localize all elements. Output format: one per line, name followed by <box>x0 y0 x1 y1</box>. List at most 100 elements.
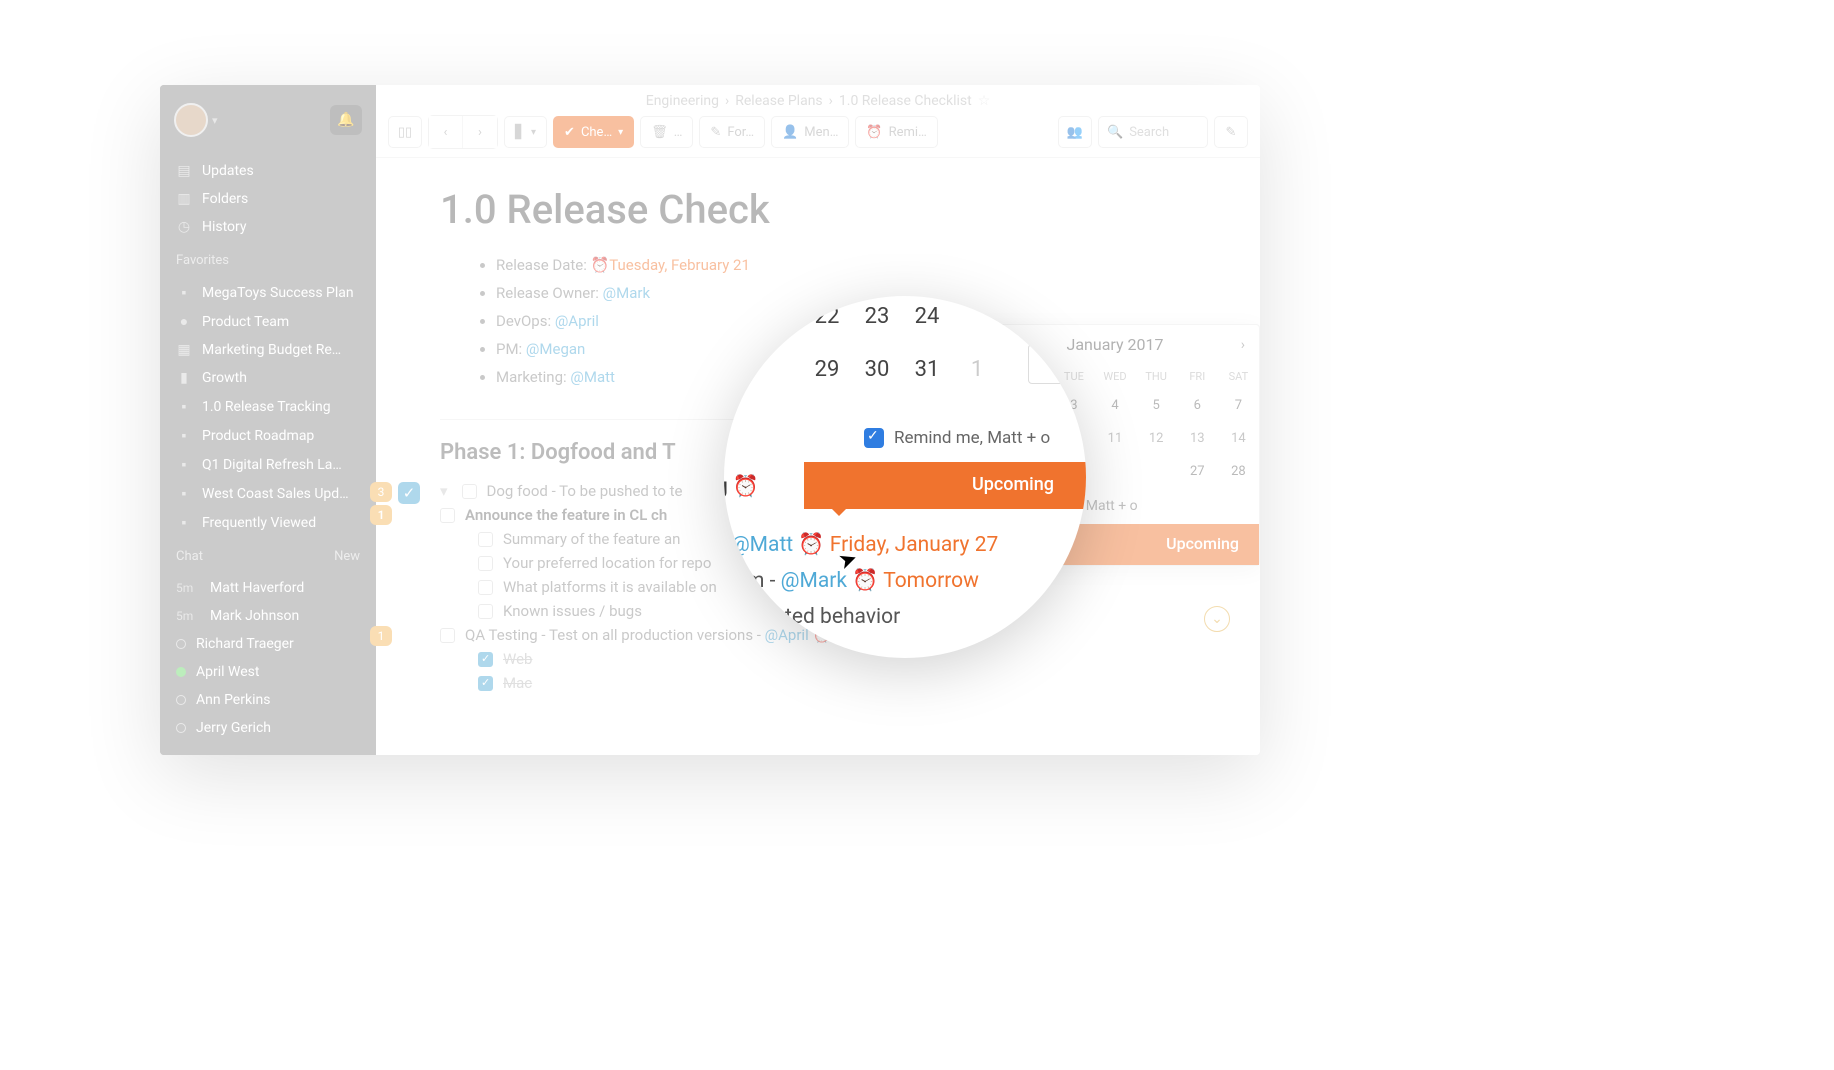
checkbox[interactable] <box>478 532 493 547</box>
count-badge[interactable]: 1 <box>370 505 392 525</box>
sidebar-favorite-item[interactable]: ▪West Coast Sales Upd… <box>160 479 376 508</box>
status-dot <box>176 723 186 733</box>
calendar-day[interactable]: 28 <box>1218 455 1259 488</box>
checkbox[interactable] <box>478 556 493 571</box>
chat-item[interactable]: Richard Traeger <box>160 630 376 658</box>
calendar-day[interactable]: 12 <box>1136 422 1177 455</box>
doc-icon: ● <box>176 313 192 330</box>
calendar-day[interactable]: 6 <box>1177 389 1218 422</box>
checkbox-checked[interactable] <box>478 652 493 667</box>
calendar-day[interactable]: 14 <box>1218 422 1259 455</box>
row-text[interactable]: Announce the feature in CL ch <box>465 506 667 524</box>
calendar-day[interactable]: 24 <box>902 296 952 343</box>
sidebar-favorite-item[interactable]: ▪Product Roadmap <box>160 421 376 450</box>
sidebar-favorite-item[interactable]: ▮ Growth <box>160 364 376 392</box>
calendar-day[interactable]: 23 <box>852 296 902 343</box>
mention[interactable]: @Matt <box>570 368 615 386</box>
mention[interactable]: @April <box>555 312 599 330</box>
chat-new-label[interactable]: New <box>334 549 360 564</box>
checklist-type-button[interactable]: ✔Che…▾ <box>553 116 634 148</box>
row-text[interactable]: Summary of the feature an <box>503 530 680 548</box>
row-text[interactable]: Mac <box>503 674 532 692</box>
compose-button[interactable]: ✎ <box>1214 116 1248 148</box>
row-text[interactable]: Dog food - To be pushed to te <box>487 482 683 500</box>
row-text[interactable]: Known issues / bugs <box>503 602 642 620</box>
avatar[interactable] <box>174 103 208 137</box>
sidebar-favorite-item[interactable]: ▦Marketing Budget Re… <box>160 336 376 364</box>
trash-icon: 🗑 <box>651 125 668 140</box>
breadcrumb-item[interactable]: Engineering <box>646 93 719 109</box>
calendar-day-other[interactable]: 1 <box>952 343 1002 396</box>
checkbox[interactable] <box>462 484 477 499</box>
remind-checkbox-row[interactable]: Remind me, Matt + o <box>864 428 1050 448</box>
people-button[interactable]: 👥 <box>1058 116 1092 148</box>
archive-button[interactable]: 🗑… <box>640 116 693 148</box>
checkbox[interactable] <box>440 628 455 643</box>
reminder-date[interactable]: Tomorrow <box>883 569 979 593</box>
checkbox[interactable] <box>478 580 493 595</box>
mention-button[interactable]: 👤Men… <box>771 116 849 148</box>
next-month-button[interactable]: › <box>1241 337 1245 353</box>
breadcrumb-item[interactable]: Release Plans <box>735 93 822 109</box>
back-button[interactable]: ‹ <box>429 116 463 148</box>
nav-history[interactable]: ◷History <box>160 213 376 241</box>
sidebar-item-label: Growth <box>202 370 247 386</box>
chat-item[interactable]: April West <box>160 658 376 686</box>
nav-label: Folders <box>202 191 248 207</box>
chat-item[interactable]: Ann Perkins <box>160 686 376 714</box>
count-badge[interactable]: 1 <box>370 626 392 646</box>
mention[interactable]: @Mark <box>781 569 847 593</box>
calendar-day[interactable] <box>1094 455 1135 488</box>
checkbox[interactable] <box>478 604 493 619</box>
chat-item[interactable]: Jerry Gerich <box>160 714 376 742</box>
nav-folders[interactable]: ▥Folders <box>160 185 376 213</box>
expand-button[interactable]: ⌄ <box>1204 606 1230 632</box>
sidebar-favorite-item[interactable]: ▪Q1 Digital Refresh La… <box>160 450 376 479</box>
calendar-day[interactable]: 13 <box>1177 422 1218 455</box>
row-text[interactable]: Your preferred location for repo <box>503 554 711 572</box>
calendar-day[interactable]: 7 <box>1218 389 1259 422</box>
sidebar-favorite-item[interactable]: ●Product Team <box>160 307 376 336</box>
count-badge[interactable]: 3 <box>370 482 392 502</box>
mention[interactable]: @Matt <box>731 533 793 557</box>
row-text[interactable]: QA Testing - Test on all production vers… <box>465 626 765 644</box>
checkbox-checked[interactable] <box>864 428 884 448</box>
doc-icon: ▮ <box>176 370 192 386</box>
calendar-day[interactable]: 4 <box>1094 389 1135 422</box>
checkbox-checked[interactable] <box>478 676 493 691</box>
calendar-day[interactable]: 27 <box>1177 455 1218 488</box>
forward-button[interactable]: › <box>463 116 497 148</box>
chevron-down-icon[interactable]: ▾ <box>440 482 448 500</box>
mention[interactable]: @Mark <box>603 284 650 302</box>
calendar-day[interactable]: 22 <box>802 296 852 343</box>
sidebar-item-label: Marketing Budget Re… <box>202 342 341 358</box>
clipboard-button[interactable]: ▋▾ <box>504 116 547 148</box>
sidebar-favorite-item[interactable]: ▪1.0 Release Tracking <box>160 392 376 421</box>
check-toggle[interactable]: ✓ <box>398 482 420 504</box>
calendar-day[interactable]: 30 <box>852 343 902 396</box>
sidebar-favorite-item[interactable]: ▪MegaToys Success Plan <box>160 278 376 307</box>
search-input[interactable]: 🔍Search <box>1098 116 1208 148</box>
sidebar-favorite-item[interactable]: ▪Frequently Viewed <box>160 508 376 537</box>
row-text[interactable]: What platforms it is available on <box>503 578 717 596</box>
calendar-day[interactable]: 5 <box>1136 389 1177 422</box>
toggle-sidebar-button[interactable]: ▯▯ <box>388 116 422 148</box>
chat-item[interactable]: 5mMark Johnson <box>160 602 376 630</box>
row-text[interactable]: Web <box>503 650 532 668</box>
format-button[interactable]: ✎For… <box>699 116 765 148</box>
chat-item[interactable]: 5mMatt Haverford <box>160 574 376 602</box>
reminder-button[interactable]: ⏰Remi… <box>855 116 937 148</box>
checklist-subrow[interactable]: Mac <box>478 671 1196 695</box>
chevron-down-icon[interactable]: ▾ <box>212 114 218 127</box>
calendar-day[interactable]: 11 <box>1094 422 1135 455</box>
notifications-button[interactable]: 🔔 <box>330 105 362 135</box>
breadcrumb-current: 1.0 Release Checklist <box>839 93 972 109</box>
calendar-day[interactable]: 29 <box>802 343 852 396</box>
reminder-date[interactable]: Tuesday, February 21 <box>609 256 750 274</box>
star-icon[interactable]: ☆ <box>978 93 991 109</box>
checkbox[interactable] <box>440 508 455 523</box>
nav-updates[interactable]: ▤Updates <box>160 157 376 185</box>
calendar-day[interactable]: 31 <box>902 343 952 396</box>
calendar-day[interactable] <box>1136 455 1177 488</box>
mention[interactable]: @Megan <box>526 340 585 358</box>
